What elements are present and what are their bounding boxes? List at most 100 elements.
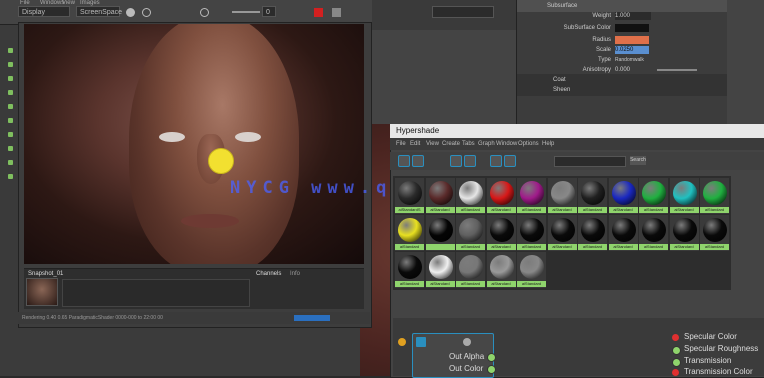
material-swatch[interactable]: aiStandard (608, 178, 638, 214)
material-label: aiStandard (425, 281, 455, 287)
material-swatch[interactable]: aiStandard (425, 178, 455, 214)
material-swatch[interactable]: aiStandard (669, 178, 699, 214)
settings-icon[interactable] (332, 8, 341, 17)
scale-field[interactable]: 0.0250 (615, 46, 649, 54)
material-swatch[interactable]: aiStandard (639, 215, 668, 251)
material-swatch[interactable]: aiStandard (700, 178, 729, 214)
material-swatch[interactable]: aiStandard (456, 178, 485, 214)
stop-icon[interactable] (314, 8, 323, 17)
material-swatch[interactable]: aiStandardS (395, 178, 424, 214)
material-swatch[interactable]: aiStandard (517, 178, 546, 214)
material-swatch[interactable] (425, 215, 455, 251)
material-swatch[interactable]: aiStandard (639, 178, 668, 214)
refresh-icon[interactable] (142, 8, 151, 17)
material-swatch[interactable]: aiStandard (456, 252, 485, 288)
node-collapse-icon[interactable] (463, 338, 471, 346)
port-specular-roughness[interactable] (672, 346, 681, 355)
subsurface-color-swatch[interactable] (615, 24, 649, 32)
layout-icon-2[interactable] (8, 146, 13, 151)
material-swatch[interactable]: aiStandard (517, 215, 546, 251)
hs-menu-create[interactable]: Create (442, 138, 460, 150)
port-specular-color[interactable] (672, 334, 679, 341)
material-swatch[interactable]: aiStandard (578, 215, 607, 251)
material-swatch[interactable]: aiStandard (456, 215, 485, 251)
out-color-port[interactable] (487, 365, 496, 374)
material-swatch[interactable]: aiStandard (395, 252, 424, 288)
material-preview-sphere (550, 181, 575, 205)
layout-icon[interactable] (8, 132, 13, 137)
anisotropy-slider[interactable] (657, 69, 697, 71)
material-swatch[interactable]: aiStandard (547, 178, 577, 214)
graph-icon[interactable] (398, 155, 410, 167)
weight-field[interactable]: 1.000 (615, 12, 651, 20)
hs-menu-help[interactable]: Help (542, 138, 554, 150)
space-dropdown[interactable]: ScreenSpace (76, 6, 122, 17)
out-alpha-port[interactable] (487, 353, 496, 362)
layout-icon-3[interactable] (8, 160, 13, 165)
material-swatch[interactable]: aiStandard (486, 178, 516, 214)
snapshot-icon[interactable] (200, 8, 209, 17)
filter-field[interactable] (554, 156, 626, 167)
channels-tab[interactable]: Channels (256, 271, 281, 277)
layout-icon-4[interactable] (8, 174, 13, 179)
hypershade-title: Hypershade (396, 126, 440, 135)
scale-tool-icon[interactable] (8, 90, 13, 95)
material-preview-sphere (550, 218, 575, 242)
move-tool-icon[interactable] (8, 62, 13, 67)
render-status-bar: Rendering 0.40 0.65 ParadigmaticShader 0… (18, 312, 370, 324)
hs-menu-edit[interactable]: Edit (410, 138, 420, 150)
paint-tool-icon[interactable] (8, 118, 13, 123)
hs-menu-tabs[interactable]: Tabs (462, 138, 475, 150)
record-icon[interactable] (126, 8, 135, 17)
material-swatch-grid: aiStandardS aiStandard aiStandard aiStandar… (393, 176, 731, 290)
graph-icon-2[interactable] (412, 155, 424, 167)
material-swatch[interactable]: aiStandard (608, 215, 638, 251)
material-label: aiStandard (608, 207, 638, 213)
material-label: aiStandard (486, 281, 516, 287)
lasso-tool-icon[interactable] (8, 104, 13, 109)
material-preview-sphere (581, 218, 605, 242)
material-swatch[interactable]: aiStandard (669, 215, 699, 251)
sort-icon[interactable] (504, 155, 516, 167)
hs-menu-view[interactable]: View (426, 138, 439, 150)
search-button[interactable]: Search (630, 156, 646, 165)
frame-field[interactable]: 0 (262, 6, 276, 17)
material-swatch[interactable]: aiStandard (395, 215, 424, 251)
swatch-view-icon[interactable] (450, 155, 462, 167)
port-transmission[interactable] (672, 358, 681, 367)
attr-dropdown[interactable] (432, 6, 494, 18)
hs-menu-graph[interactable]: Graph (478, 138, 495, 150)
hypershade-toolbar: Search (390, 152, 764, 170)
list-view-icon[interactable] (464, 155, 476, 167)
port-label-out-alpha: Out Alpha (449, 352, 485, 361)
display-dropdown[interactable]: Display (18, 6, 70, 17)
snapshot-tab[interactable]: Snapshot_01 (28, 271, 63, 277)
rotate-tool-icon[interactable] (8, 76, 13, 81)
radius-color-swatch[interactable] (615, 36, 649, 44)
snapshot-thumbnail[interactable] (26, 278, 58, 306)
material-swatch[interactable]: aiStandard (700, 215, 729, 251)
exposure-slider[interactable] (232, 11, 260, 13)
material-label: aiStandard (639, 207, 668, 213)
material-preview-sphere (611, 181, 636, 205)
grid-view-icon[interactable] (490, 155, 502, 167)
label-transmission: Transmission (684, 356, 732, 365)
input-port[interactable] (398, 338, 406, 346)
select-tool-icon[interactable] (8, 48, 13, 53)
material-swatch[interactable]: aiStandard (486, 215, 516, 251)
hs-menu-file[interactable]: File (396, 138, 406, 150)
material-preview-sphere (520, 218, 544, 242)
shader-node[interactable]: Out Alpha Out Color (412, 333, 496, 378)
hs-menu-window[interactable]: Window (496, 138, 517, 150)
subsurface-color-label: SubSurface Color (563, 25, 611, 31)
material-swatch[interactable]: aiStandard (486, 252, 516, 288)
material-swatch[interactable]: aiStandard (547, 215, 577, 251)
hs-menu-options[interactable]: Options (518, 138, 539, 150)
material-swatch[interactable]: aiStandard (578, 178, 607, 214)
node-icon (416, 337, 426, 347)
material-swatch[interactable]: aiStandard (425, 252, 455, 288)
sheen-header[interactable]: Sheen (517, 84, 727, 96)
port-transmission-color[interactable] (672, 369, 679, 376)
info-tab[interactable]: Info (290, 271, 300, 277)
material-swatch[interactable]: aiStandard (517, 252, 546, 288)
